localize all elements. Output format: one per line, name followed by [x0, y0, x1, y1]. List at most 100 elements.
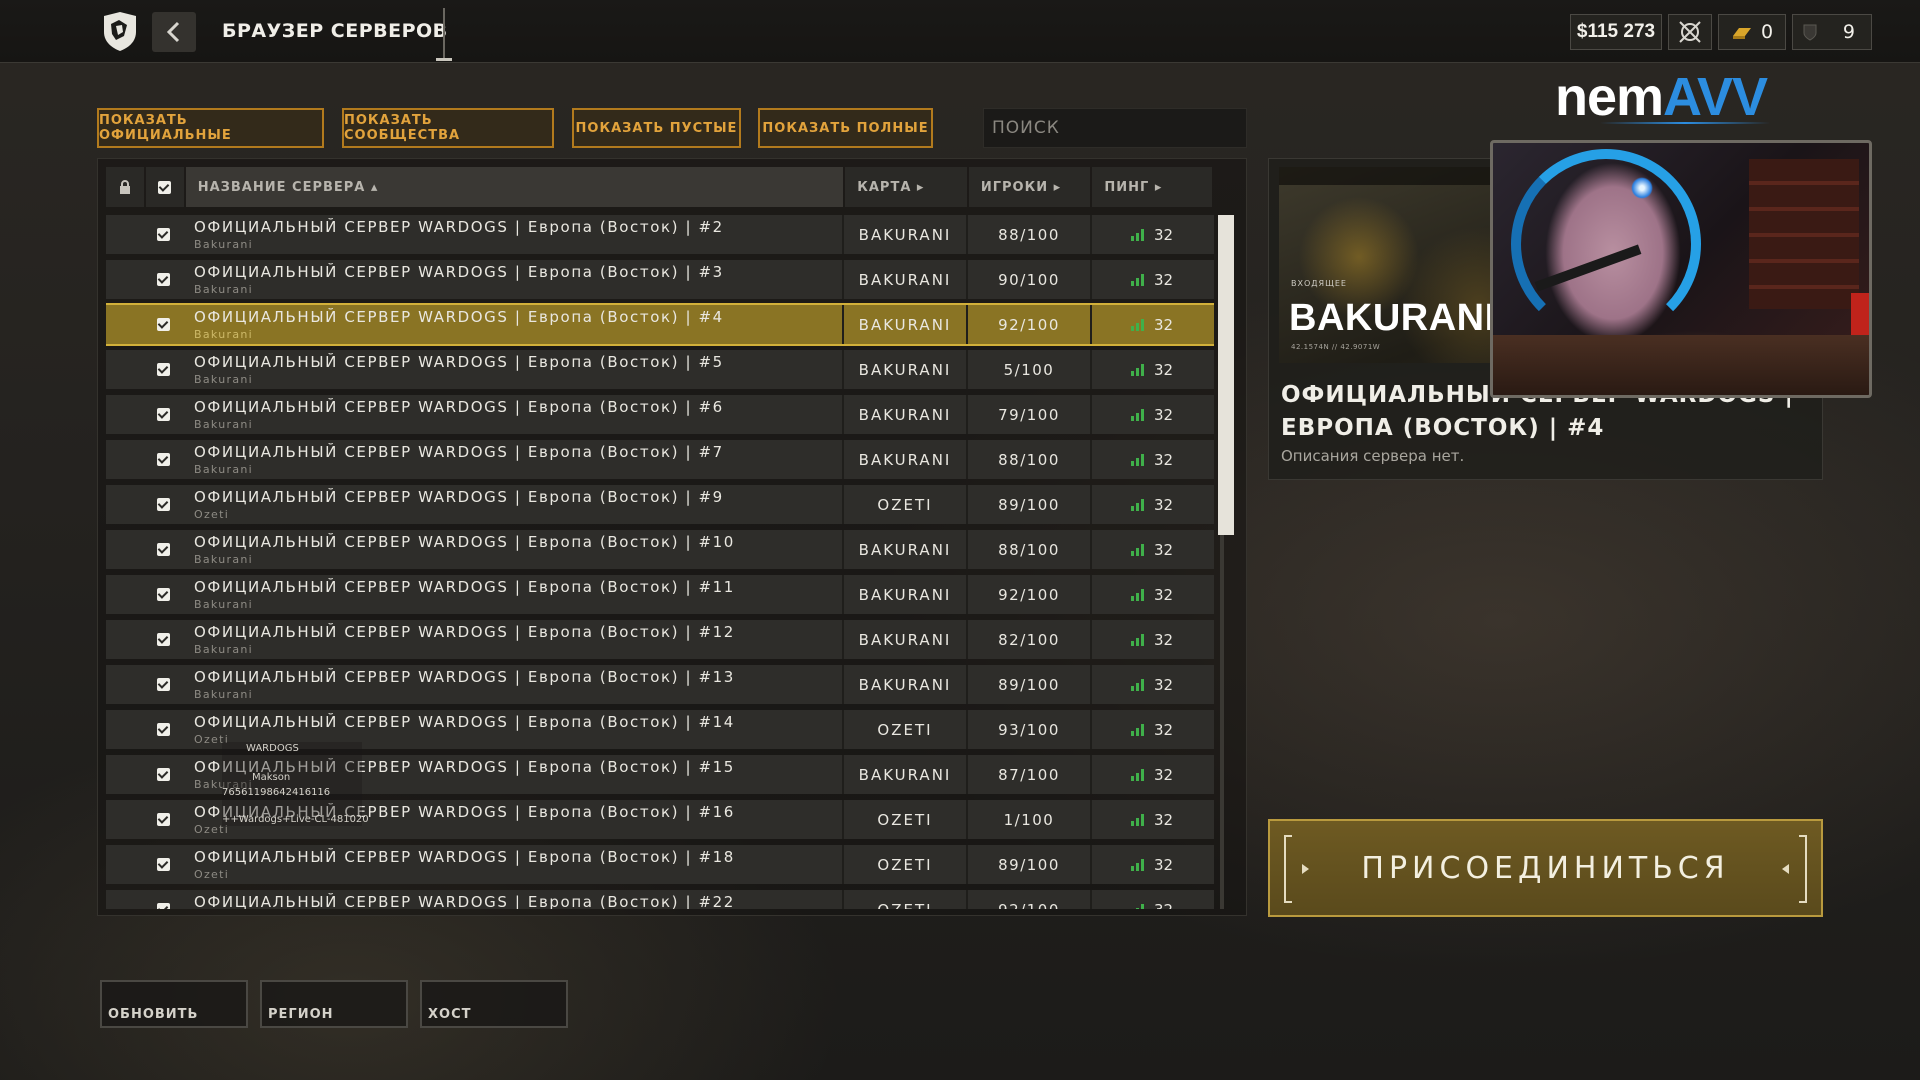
scrollbar-thumb[interactable]: [1218, 215, 1234, 535]
row-checkbox[interactable]: [156, 723, 170, 736]
row-checkbox[interactable]: [156, 273, 170, 286]
table-row[interactable]: ОФИЦИАЛЬНЫЙ СЕРВЕР WARDOGS | Европа (Вос…: [106, 530, 1214, 569]
row-check-cell[interactable]: [144, 620, 182, 659]
column-players[interactable]: ИГРОКИ ▸: [968, 167, 1091, 207]
row-name-cell: ОФИЦИАЛЬНЫЙ СЕРВЕР WARDOGS | Европа (Вос…: [182, 575, 842, 614]
join-arrow-left-icon: [1782, 864, 1789, 874]
row-check-cell[interactable]: [144, 260, 182, 299]
row-checkbox[interactable]: [156, 588, 170, 601]
server-map-subtitle: Bakurani: [194, 328, 253, 341]
refresh-button[interactable]: ОБНОВИТЬ: [100, 980, 248, 1028]
server-map: BAKURANI: [858, 360, 952, 379]
row-check-cell[interactable]: [144, 440, 182, 479]
table-row[interactable]: ОФИЦИАЛЬНЫЙ СЕРВЕР WARDOGS | Европа (Вос…: [106, 890, 1214, 909]
filter-empty-button[interactable]: ПОКАЗАТЬ ПУСТЫЕ: [572, 108, 741, 148]
row-check-cell[interactable]: [144, 575, 182, 614]
row-lock-cell: [106, 530, 144, 569]
server-name: ОФИЦИАЛЬНЫЙ СЕРВЕР WARDOGS | Европа (Вос…: [194, 713, 735, 731]
row-checkbox[interactable]: [156, 543, 170, 556]
table-row[interactable]: ОФИЦИАЛЬНЫЙ СЕРВЕР WARDOGS | Европа (Вос…: [106, 215, 1214, 254]
row-name-cell: ОФИЦИАЛЬНЫЙ СЕРВЕР WARDOGS | Европа (Вос…: [182, 530, 842, 569]
row-checkbox[interactable]: [156, 453, 170, 466]
filter-official-button[interactable]: ПОКАЗАТЬ ОФИЦИАЛЬНЫЕ: [97, 108, 324, 148]
region-button[interactable]: РЕГИОН: [260, 980, 408, 1028]
server-ping: 32: [1153, 360, 1174, 379]
table-row[interactable]: ОФИЦИАЛЬНЫЙ СЕРВЕР WARDOGS | Европа (Вос…: [106, 260, 1214, 299]
row-checkbox[interactable]: [156, 858, 170, 871]
server-ping-cell: 32: [1092, 766, 1212, 784]
server-ping-cell: 32: [1092, 541, 1212, 559]
server-ping: 32: [1153, 720, 1174, 739]
join-button[interactable]: ПРИСОЕДИНИТЬСЯ: [1268, 819, 1823, 917]
row-check-cell[interactable]: [144, 530, 182, 569]
row-check-cell[interactable]: [144, 710, 182, 749]
row-checkbox[interactable]: [156, 633, 170, 646]
server-ping: 32: [1153, 315, 1174, 334]
signal-bars-icon: [1130, 273, 1144, 286]
table-row[interactable]: ОФИЦИАЛЬНЫЙ СЕРВЕР WARDOGS | Европа (Вос…: [106, 665, 1214, 704]
row-check-cell[interactable]: [144, 890, 182, 909]
server-players: 88/100: [998, 225, 1060, 244]
server-players: 79/100: [998, 405, 1060, 424]
server-ping: 32: [1153, 495, 1174, 514]
row-checkbox[interactable]: [156, 228, 170, 241]
row-check-cell[interactable]: [144, 800, 182, 839]
row-checkbox[interactable]: [156, 498, 170, 511]
row-checkbox[interactable]: [156, 318, 170, 331]
row-name-cell: ОФИЦИАЛЬНЫЙ СЕРВЕР WARDOGS | Европа (Вос…: [182, 845, 842, 884]
row-check-cell[interactable]: [144, 845, 182, 884]
title-underline: [436, 58, 452, 61]
row-checkbox[interactable]: [156, 363, 170, 376]
back-button[interactable]: [152, 12, 196, 52]
filter-full-button[interactable]: ПОКАЗАТЬ ПОЛНЫЕ: [758, 108, 933, 148]
column-lock[interactable]: [106, 167, 144, 207]
filter-community-button[interactable]: ПОКАЗАТЬ СООБЩЕСТВА: [342, 108, 554, 148]
server-players: 89/100: [998, 495, 1060, 514]
server-players: 93/100: [998, 720, 1060, 739]
row-checkbox[interactable]: [156, 768, 170, 781]
row-check-cell[interactable]: [144, 755, 182, 794]
column-ping[interactable]: ПИНГ ▸: [1092, 167, 1212, 207]
server-map: OZETI: [844, 901, 966, 910]
server-map: BAKURANI: [858, 315, 952, 334]
column-select-all[interactable]: [145, 167, 184, 207]
signal-bars-icon: [1130, 588, 1144, 601]
row-name-cell: ОФИЦИАЛЬНЫЙ СЕРВЕР WARDOGS | Европа (Вос…: [182, 665, 842, 704]
table-row[interactable]: ОФИЦИАЛЬНЫЙ СЕРВЕР WARDOGS | Европа (Вос…: [106, 620, 1214, 659]
game-logo-icon: [100, 10, 140, 52]
select-all-checkbox[interactable]: [158, 180, 172, 194]
server-ping: 32: [1153, 855, 1174, 874]
row-check-cell[interactable]: [144, 395, 182, 434]
row-check-cell[interactable]: [144, 305, 182, 344]
player-tooltip: WARDOGS Makson 76561198642416116 ++Wardo…: [222, 742, 369, 826]
row-check-cell[interactable]: [144, 485, 182, 524]
search-input[interactable]: ПОИСК: [983, 108, 1247, 148]
table-row[interactable]: ОФИЦИАЛЬНЫЙ СЕРВЕР WARDOGS | Европа (Вос…: [106, 845, 1214, 884]
server-ping: 32: [1153, 450, 1174, 469]
row-check-cell[interactable]: [144, 350, 182, 389]
server-ping-cell: 32: [1092, 271, 1212, 289]
server-ping: 32: [1153, 675, 1174, 694]
row-checkbox[interactable]: [156, 813, 170, 826]
row-checkbox[interactable]: [156, 903, 170, 909]
join-arrow-right-icon: [1302, 864, 1309, 874]
table-row[interactable]: ОФИЦИАЛЬНЫЙ СЕРВЕР WARDOGS | Европа (Вос…: [106, 395, 1214, 434]
row-check-cell[interactable]: [144, 215, 182, 254]
server-map-subtitle: Bakurani: [194, 643, 253, 656]
table-row[interactable]: ОФИЦИАЛЬНЫЙ СЕРВЕР WARDOGS | Европа (Вос…: [106, 440, 1214, 479]
column-server-name[interactable]: НАЗВАНИЕ СЕРВЕРА ▴: [185, 167, 844, 207]
table-row[interactable]: ОФИЦИАЛЬНЫЙ СЕРВЕР WARDOGS | Европа (Вос…: [106, 485, 1214, 524]
table-row[interactable]: ОФИЦИАЛЬНЫЙ СЕРВЕР WARDOGS | Европа (Вос…: [106, 350, 1214, 389]
row-checkbox[interactable]: [156, 408, 170, 421]
row-checkbox[interactable]: [156, 678, 170, 691]
webcam-eye: [1631, 177, 1653, 199]
host-button[interactable]: ХОСТ: [420, 980, 568, 1028]
table-row[interactable]: ОФИЦИАЛЬНЫЙ СЕРВЕР WARDOGS | Европа (Вос…: [106, 575, 1214, 614]
server-players: 89/100: [998, 675, 1060, 694]
tooltip-line: Makson: [252, 772, 291, 783]
crosshair-button[interactable]: [1668, 14, 1712, 50]
table-row[interactable]: ОФИЦИАЛЬНЫЙ СЕРВЕР WARDOGS | Европа (Вос…: [106, 303, 1214, 346]
row-check-cell[interactable]: [144, 665, 182, 704]
row-name-cell: ОФИЦИАЛЬНЫЙ СЕРВЕР WARDOGS | Европа (Вос…: [182, 485, 842, 524]
column-map[interactable]: КАРТА ▸: [845, 167, 967, 207]
